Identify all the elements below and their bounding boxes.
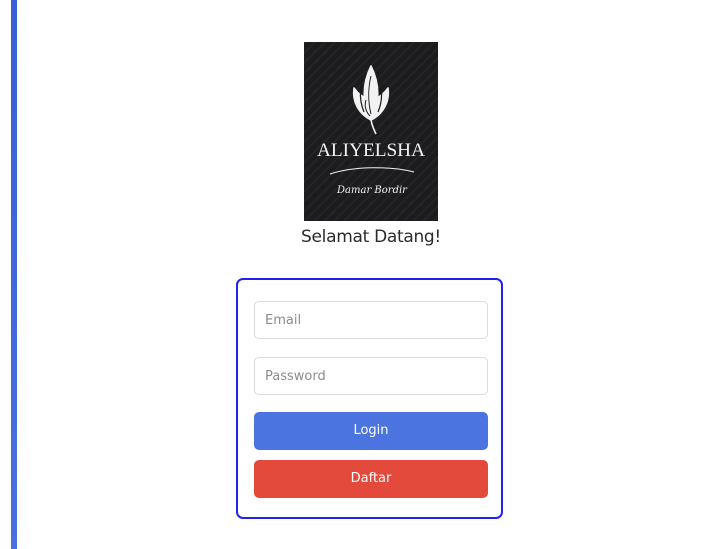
login-card: Login Daftar <box>236 278 503 519</box>
logo-tagline: Damar Bordir <box>336 185 408 196</box>
login-button[interactable]: Login <box>254 412 488 450</box>
left-accent-bar <box>11 0 17 549</box>
brand-logo: ALIYELSHA Damar Bordir <box>304 42 438 221</box>
logo-swoosh <box>329 167 415 175</box>
password-field[interactable] <box>254 357 488 395</box>
register-button[interactable]: Daftar <box>254 460 488 498</box>
welcome-heading: Selamat Datang! <box>301 227 441 247</box>
logo-name: ALIYELSHA <box>317 140 425 161</box>
logo-graphic: ALIYELSHA Damar Bordir <box>317 65 425 196</box>
lotus-flower-icon <box>352 65 390 135</box>
email-field[interactable] <box>254 301 488 339</box>
login-page: ALIYELSHA Damar Bordir Selamat Datang! L… <box>0 0 716 549</box>
